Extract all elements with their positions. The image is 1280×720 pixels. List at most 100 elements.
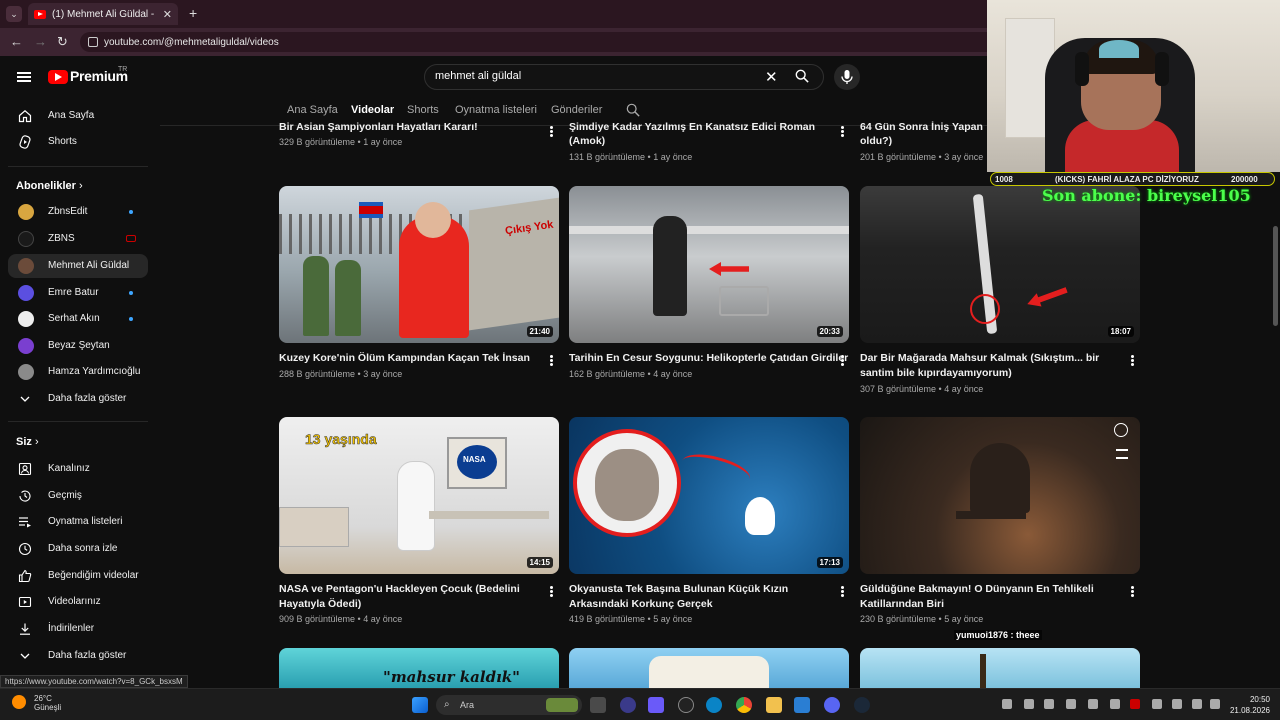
video-thumbnail[interactable] [860,648,1140,688]
more-options-icon[interactable] [1131,586,1134,597]
video-title-line2[interactable]: oldu?) [860,134,892,149]
scrollbar-thumb[interactable] [1273,226,1278,326]
more-options-icon[interactable] [841,126,844,137]
add-to-queue-icon[interactable] [1116,449,1128,459]
taskbar-search[interactable]: ⌕ Ara [436,695,582,715]
sidebar-sub-hamza[interactable]: Hamza Yardımcıoğlu [8,360,148,384]
sidebar-sub-serhat-akin[interactable]: Serhat Akın [8,307,148,331]
video-title[interactable]: Dar Bir Mağarada Mahsur Kalmak (Sıkıştım… [860,351,1099,366]
clear-search-icon[interactable]: ✕ [765,68,778,86]
tray-icon[interactable] [1110,699,1120,709]
you-header[interactable]: Siz › [16,436,39,448]
tab-videos[interactable]: Videolar [351,104,394,116]
edge-icon[interactable] [706,697,722,713]
video-title[interactable]: NASA ve Pentagon'u Hackleyen Çocuk (Bede… [279,582,520,597]
voice-search-button[interactable] [834,64,860,90]
tray-icon[interactable] [1152,699,1162,709]
file-explorer-icon[interactable] [766,697,782,713]
app-icon[interactable] [648,697,664,713]
app-icon[interactable] [620,697,636,713]
sidebar-sub-zbnsedit[interactable]: ZbnsEdit [8,200,148,224]
system-clock[interactable]: 20:50 21.08.2026 [1226,694,1270,716]
more-options-icon[interactable] [550,586,553,597]
weather-icon[interactable] [12,695,26,709]
sidebar-item-home[interactable]: Ana Sayfa [8,104,148,128]
page-scrollbar[interactable] [1270,96,1280,686]
sidebar-item-your-channel[interactable]: Kanalınız [8,457,148,481]
tray-icon[interactable] [1024,699,1034,709]
sidebar-item-watch-later[interactable]: Daha sonra izle [8,537,148,561]
video-thumbnail[interactable]: "mahsur kaldık" [279,648,559,688]
tab-posts[interactable]: Gönderiler [551,104,602,116]
menu-icon[interactable] [17,72,31,82]
tray-icon[interactable] [1002,699,1012,709]
tray-icon[interactable] [1130,699,1140,709]
video-title-line2[interactable]: Hayatıyla Ödedi) [279,597,361,612]
battery-icon[interactable] [1210,699,1220,709]
tray-icon[interactable] [1044,699,1054,709]
new-tab-button[interactable]: + [189,5,197,21]
watch-later-icon[interactable] [1114,423,1128,437]
speaker-icon[interactable] [1172,699,1182,709]
tray-icon[interactable] [1066,699,1076,709]
video-thumbnail[interactable]: 18:07 [860,186,1140,343]
subs-show-more[interactable]: Daha fazla göster [8,387,148,411]
more-options-icon[interactable] [1131,355,1134,366]
search-box[interactable]: mehmet ali güldal ✕ [424,64,824,90]
video-thumbnail[interactable]: Çıkış Yok 21:40 [279,186,559,343]
video-title[interactable]: Şimdiye Kadar Yazılmış En Kanatsız Edici… [569,120,829,134]
video-thumbnail[interactable] [569,648,849,688]
more-options-icon[interactable] [841,355,844,366]
video-title[interactable]: Tarihin En Cesur Soygunu: Helikopterle Ç… [569,351,848,366]
video-title[interactable]: Okyanusta Tek Başına Bulunan Küçük Kızın [569,582,788,597]
sidebar-sub-emre-batur[interactable]: Emre Batur [8,281,148,305]
video-title[interactable]: Kuzey Kore'nin Ölüm Kampından Kaçan Tek … [279,351,530,366]
app-icon[interactable] [794,697,810,713]
network-icon[interactable] [1192,699,1202,709]
sidebar-item-playlists[interactable]: Oynatma listeleri [8,510,148,534]
weather-widget[interactable]: 26°C Güneşli [34,694,61,712]
app-icon[interactable] [678,697,694,713]
video-title[interactable]: 64 Gün Sonra İniş Yapan U [860,120,986,134]
discord-icon[interactable] [824,697,840,713]
sidebar-item-liked[interactable]: Beğendiğim videolar [8,564,148,588]
windows-start-icon[interactable] [412,697,428,713]
chrome-icon[interactable] [736,697,752,713]
sidebar-item-history[interactable]: Geçmiş [8,484,148,508]
back-icon[interactable]: ← [10,35,23,48]
forward-icon[interactable]: → [34,35,47,48]
tab-home[interactable]: Ana Sayfa [287,104,338,116]
task-view-icon[interactable] [590,697,606,713]
search-input[interactable]: mehmet ali güldal [435,70,521,82]
video-thumbnail[interactable] [860,417,1140,574]
site-info-icon[interactable] [88,37,98,47]
video-title-line2[interactable]: (Amok) [569,134,605,149]
sidebar-sub-mehmet-ali-guldal[interactable]: Mehmet Ali Güldal [8,254,148,278]
video-title-line2[interactable]: Katillarından Biri [860,597,944,612]
video-thumbnail[interactable]: 17:13 [569,417,849,574]
video-title-line2[interactable]: santim bile kıpırdayamıyorum) [860,366,1012,381]
browser-tab[interactable]: (1) Mehmet Ali Güldal - YouTube ✕ [28,3,178,25]
sidebar-item-your-videos[interactable]: Videolarınız [8,590,148,614]
you-show-more[interactable]: Daha fazla göster [8,644,148,668]
tray-icon[interactable] [1088,699,1098,709]
tab-shorts[interactable]: Shorts [407,104,439,116]
youtube-logo-icon[interactable] [48,70,68,84]
sidebar-item-shorts[interactable]: Shorts [8,130,148,154]
sidebar-sub-zbns[interactable]: ZBNS [8,227,148,251]
more-options-icon[interactable] [550,355,553,366]
close-tab-icon[interactable]: ✕ [163,8,172,21]
more-options-icon[interactable] [841,586,844,597]
sidebar-sub-beyaz-seytan[interactable]: Beyaz Şeytan [8,334,148,358]
sidebar-item-downloads[interactable]: İndirilenler [8,617,148,641]
tab-list-button[interactable]: ⌄ [6,6,22,22]
video-thumbnail[interactable]: 13 yaşında NASA 14:15 [279,417,559,574]
video-title[interactable]: Bir Asian Şampiyonları Hayatları Kararı! [279,120,539,134]
video-title[interactable]: Güldüğüne Bakmayın! O Dünyanın En Tehlik… [860,582,1094,597]
video-title-line2[interactable]: Arkasındaki Korkunç Gerçek [569,597,713,612]
video-thumbnail[interactable]: 20:33 [569,186,849,343]
reload-icon[interactable]: ↻ [57,35,68,48]
channel-search-icon[interactable] [626,103,640,117]
tab-playlists[interactable]: Oynatma listeleri [455,104,537,116]
steam-icon[interactable] [854,697,870,713]
